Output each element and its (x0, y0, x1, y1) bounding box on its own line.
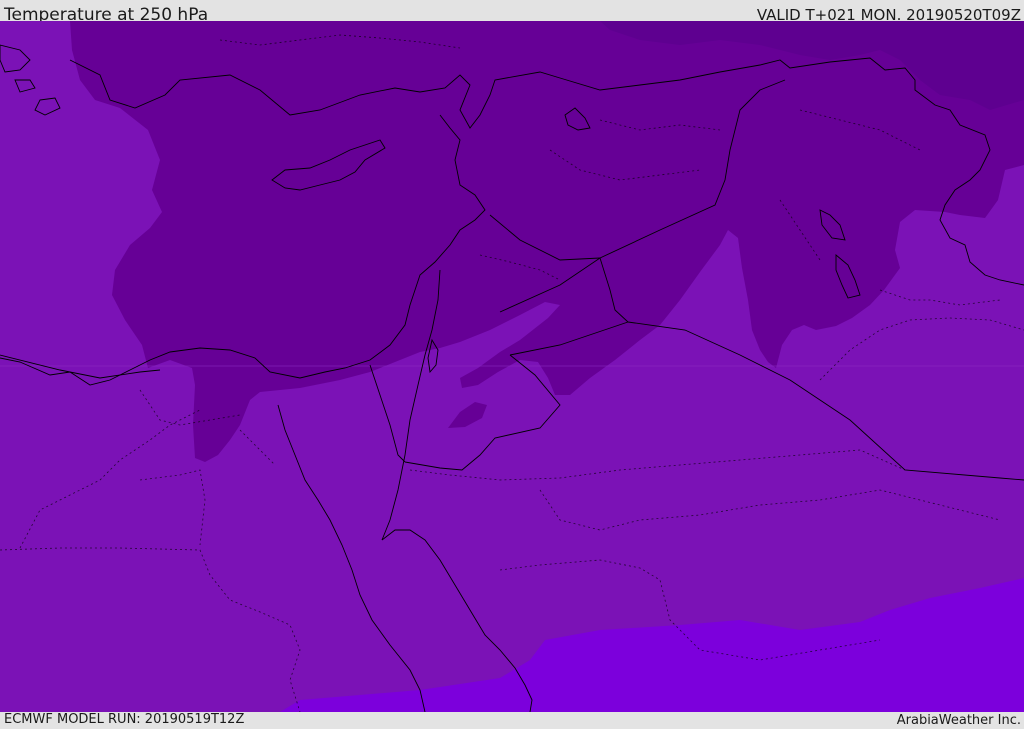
model-run-label: ECMWF MODEL RUN: 20190519T12Z (4, 712, 245, 727)
footer-bar: ECMWF MODEL RUN: 20190519T12Z ArabiaWeat… (0, 712, 1024, 729)
credit-label: ArabiaWeather Inc. (896, 713, 1021, 728)
map-canvas (0, 21, 1024, 712)
header-bar: Temperature at 250 hPa VALID T+021 MON. … (0, 0, 1024, 25)
temperature-map[interactable] (0, 21, 1024, 712)
